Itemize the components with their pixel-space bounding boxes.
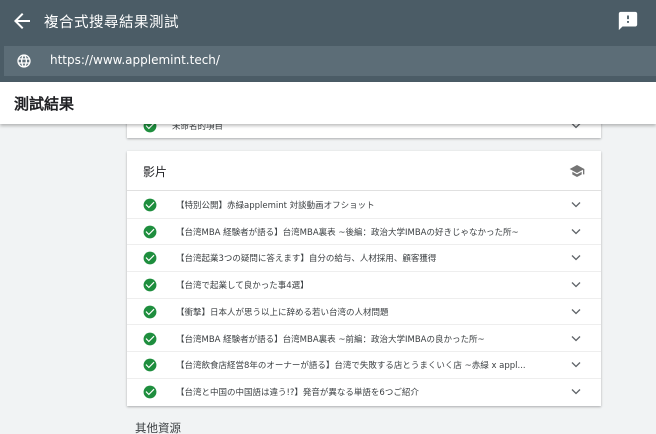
list-item[interactable]: 【台湾で起業して良かった事4選】	[127, 272, 601, 299]
list-item[interactable]: 【特別公開】赤緑applemint 対談動画オフショット	[127, 192, 601, 219]
list-item-label: 【台湾で起業して良かった事4選】	[176, 281, 309, 292]
chevron-down-icon[interactable]	[571, 335, 581, 343]
page-title: 測試結果	[14, 95, 75, 113]
chevron-down-icon[interactable]	[571, 388, 581, 396]
list-item-label: 【台湾MBA 経験者が語る】台湾MBA裏表 ~後編：政治大学IMBAの好きじゃな…	[176, 227, 519, 238]
chevron-down-icon[interactable]	[571, 308, 581, 316]
list-item-label: 【台湾起業3つの疑問に答えます】自分の給与、人材採用、顧客獲得	[176, 254, 437, 265]
chevron-down-icon[interactable]	[571, 254, 581, 262]
card-title: 影片	[143, 165, 168, 179]
chevron-down-icon[interactable]	[571, 281, 581, 289]
check-circle-icon	[143, 385, 157, 399]
check-circle-icon	[143, 251, 157, 265]
list-item[interactable]: 【台湾飲食店経営8年のオーナーが語る】台湾で失敗する店とうまくいく店 ~赤緑 x…	[127, 352, 601, 379]
check-circle-icon	[143, 198, 157, 212]
list-item-label: 【特別公開】赤緑applemint 対談動画オフショット	[176, 201, 375, 211]
card-header: 影片	[127, 151, 601, 191]
url-field[interactable]: https://www.applemint.tech/	[4, 46, 656, 76]
list-item[interactable]: 【台湾と中国の中国語は違う!?】発音が異なる単語を6つご紹介	[127, 379, 601, 406]
list-item[interactable]: 【台湾MBA 経験者が語る】台湾MBA裏表 ~前編：政治大学IMBAの良かった所…	[127, 326, 601, 353]
list-item-label: 【衝撃】日本人が思う以上に辞める若い台湾の人材問題	[176, 307, 389, 318]
arrow-back-icon[interactable]	[10, 9, 34, 33]
list-item[interactable]: 【台湾MBA 経験者が語る】台湾MBA裏表 ~後編：政治大学IMBAの好きじゃな…	[127, 219, 601, 246]
chevron-down-icon[interactable]	[571, 228, 581, 236]
url-bar: https://www.applemint.tech/	[0, 42, 656, 82]
video-card: 影片 【特別公開】赤緑applemint 対談動画オフショット【台湾MBA 経験…	[127, 151, 601, 406]
check-circle-icon	[143, 332, 157, 345]
url-text[interactable]: https://www.applemint.tech/	[50, 53, 220, 67]
feedback-icon[interactable]	[617, 10, 639, 32]
list-item-label: 【台湾と中国の中国語は違う!?】発音が異なる単語を6つご紹介	[176, 387, 419, 398]
school-icon	[569, 165, 585, 177]
globe-icon	[17, 54, 31, 68]
chevron-down-icon[interactable]	[571, 201, 581, 209]
list-item-label: 【台湾MBA 経験者が語る】台湾MBA裏表 ~前編：政治大学IMBAの良かった所…	[176, 334, 485, 345]
chevron-down-icon[interactable]	[571, 361, 581, 369]
list-item[interactable]: 【衝撃】日本人が思う以上に辞める若い台湾の人材問題	[127, 299, 601, 326]
app-title: 複合式搜尋結果測試	[44, 15, 179, 31]
results-header: 測試結果	[0, 82, 656, 124]
check-circle-icon	[143, 358, 157, 372]
check-circle-icon	[143, 225, 157, 239]
check-circle-icon	[143, 278, 157, 292]
other-resources-label: 其他資源	[135, 421, 181, 434]
check-circle-icon	[143, 305, 157, 319]
list-item[interactable]: 【台湾起業3つの疑問に答えます】自分の給与、人材採用、顧客獲得	[127, 245, 601, 273]
app-bar: 複合式搜尋結果測試	[0, 0, 656, 42]
list-item-label: 【台湾飲食店経営8年のオーナーが語る】台湾で失敗する店とうまくいく店 ~赤緑 x…	[176, 361, 526, 372]
